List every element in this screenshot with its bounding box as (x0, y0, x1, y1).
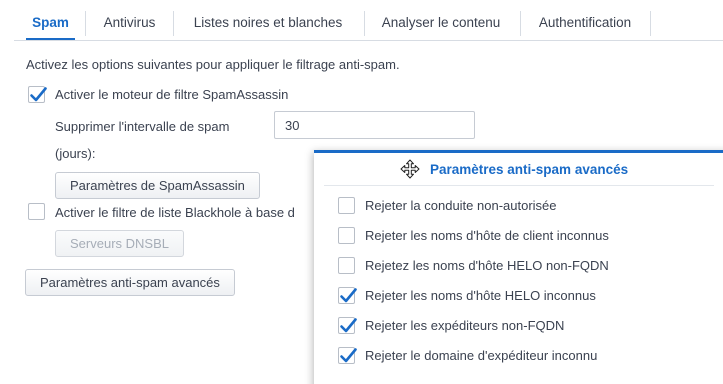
tab-authentication[interactable]: Authentification (529, 9, 641, 41)
tab-content-scan[interactable]: Analyser le contenu (372, 9, 510, 41)
tab-separator (85, 11, 86, 36)
enable-spamassassin-checkbox[interactable] (28, 86, 47, 103)
checkmark-icon (340, 348, 357, 363)
intro-text: Activez les options suivantes pour appli… (26, 57, 400, 72)
tab-separator (650, 11, 651, 36)
option-checkbox[interactable] (338, 257, 355, 274)
advanced-antispam-button[interactable]: Paramètres anti-spam avancés (25, 269, 235, 296)
tab-underline (14, 40, 723, 41)
tab-separator (364, 11, 365, 36)
option-checkbox[interactable] (338, 347, 357, 364)
spamassassin-settings-button[interactable]: Paramètres de SpamAssassin (55, 172, 260, 199)
panel-divider (324, 185, 714, 186)
enable-spamassassin-label: Activer le moteur de filtre SpamAssassin (55, 87, 289, 102)
checkmark-icon (30, 87, 47, 102)
option-label: Rejeter les expéditeurs non-FQDN (365, 318, 565, 333)
move-cursor-icon (400, 159, 420, 182)
option-label: Rejeter les noms d'hôte HELO inconnus (365, 288, 596, 303)
tab-bar: Spam Antivirus Listes noires et blanches… (0, 0, 723, 41)
option-checkbox[interactable] (338, 227, 355, 244)
tab-spam[interactable]: Spam (26, 9, 75, 41)
panel-title: Paramètres anti-spam avancés (430, 162, 629, 177)
dnsbl-servers-button: Serveurs DNSBL (55, 230, 184, 257)
delete-interval-label: Supprimer l'intervalle de spam (55, 119, 230, 134)
delete-interval-input[interactable] (274, 111, 475, 139)
tab-separator (520, 11, 521, 36)
option-label: Rejeter les noms d'hôte de client inconn… (365, 228, 609, 243)
tab-blacklists-whitelists[interactable]: Listes noires et blanches (181, 9, 355, 41)
option-label: Rejetez les noms d'hôte HELO non-FQDN (365, 258, 609, 273)
tab-antivirus[interactable]: Antivirus (94, 9, 165, 41)
panel-header[interactable]: Paramètres anti-spam avancés (314, 153, 723, 185)
option-checkbox[interactable] (338, 287, 357, 304)
advanced-antispam-panel: Paramètres anti-spam avancés Rejeter la … (314, 150, 723, 384)
checkmark-icon (340, 318, 357, 333)
tab-separator (173, 11, 174, 36)
option-checkbox[interactable] (338, 197, 355, 214)
checkmark-icon (340, 288, 357, 303)
delete-interval-label-units: (jours): (55, 146, 96, 161)
option-checkbox[interactable] (338, 317, 357, 334)
option-label: Rejeter le domaine d'expéditeur inconnu (365, 348, 598, 363)
enable-blackhole-checkbox[interactable] (28, 203, 45, 220)
option-label: Rejeter la conduite non-autorisée (365, 198, 557, 213)
enable-blackhole-label: Activer le filtre de liste Blackhole à b… (55, 205, 295, 220)
